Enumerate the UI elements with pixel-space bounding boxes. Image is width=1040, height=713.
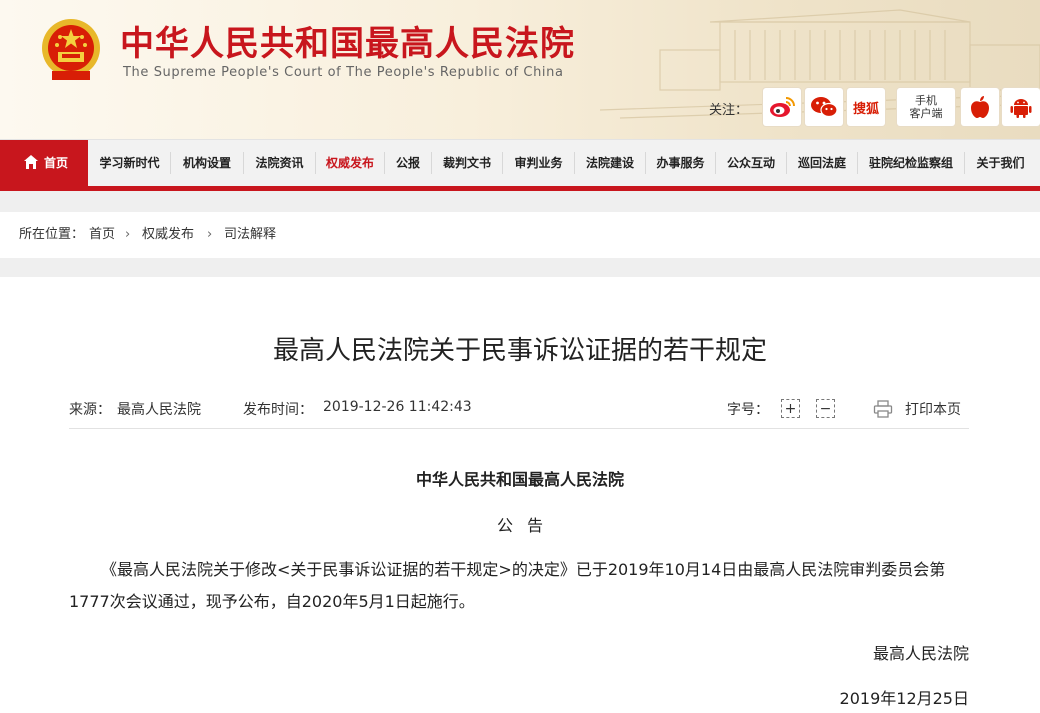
mobile-client-link[interactable]: 手机 客户端 (897, 88, 955, 126)
nav-item-organization[interactable]: 机构设置 (171, 140, 243, 186)
nav-item-study[interactable]: 学习新时代 (89, 140, 170, 186)
source-value: 最高人民法院 (117, 402, 201, 418)
nav-item-about[interactable]: 关于我们 (965, 140, 1036, 186)
article-paragraph: 《最高人民法院关于修改<关于民事诉讼证据的若干规定>的决定》已于2019年10月… (69, 560, 946, 611)
mobile-label-line2: 客户端 (909, 107, 943, 120)
chevron-right-icon: › (125, 227, 131, 242)
main-nav: 首页 学习新时代 机构设置 法院资讯 权威发布 公报 裁判文书 审判业务 法院建… (0, 139, 1040, 186)
follow-label: 关注： (709, 103, 749, 118)
print-page-link[interactable]: 打印本页 (905, 399, 961, 419)
nav-item-judgments[interactable]: 裁判文书 (432, 140, 502, 186)
font-decrease-button[interactable]: − (816, 399, 835, 418)
nav-item-trials[interactable]: 审判业务 (503, 140, 574, 186)
nav-item-discipline[interactable]: 驻院纪检监察组 (858, 140, 964, 186)
nav-item-circuit-courts[interactable]: 巡回法庭 (787, 140, 857, 186)
nav-home[interactable]: 首页 (0, 140, 88, 186)
source-label: 来源： (69, 402, 111, 418)
sohu-link[interactable]: 搜狐 (847, 88, 885, 126)
site-subtitle: The Supreme People's Court of The People… (123, 65, 564, 80)
site-title: 中华人民共和国最高人民法院 (120, 24, 575, 64)
nav-item-authority[interactable]: 权威发布 (316, 140, 384, 186)
home-icon (24, 155, 38, 169)
chevron-right-icon: › (207, 227, 213, 242)
breadcrumb-authority[interactable]: 权威发布 (142, 212, 194, 258)
nav-item-gazette[interactable]: 公报 (385, 140, 431, 186)
apple-icon[interactable] (961, 88, 999, 126)
breadcrumb-prefix: 所在位置： (19, 227, 85, 242)
wechat-icon[interactable] (805, 88, 843, 126)
article-date: 2019年12月25日 (839, 689, 969, 708)
publish-time: 2019-12-26 11:42:43 (323, 399, 472, 415)
site-header: 中华人民共和国最高人民法院 The Supreme People's Court… (0, 0, 1040, 139)
nav-item-services[interactable]: 办事服务 (646, 140, 715, 186)
nav-item-news[interactable]: 法院资讯 (244, 140, 315, 186)
article-notice-heading: 公告 (496, 516, 557, 535)
font-size-label: 字号： (727, 402, 769, 418)
nav-item-interaction[interactable]: 公众互动 (716, 140, 786, 186)
breadcrumb-judicial-interpretation[interactable]: 司法解释 (224, 212, 276, 258)
font-increase-button[interactable]: + (781, 399, 800, 418)
mobile-label-line1: 手机 (915, 94, 937, 107)
breadcrumb-home[interactable]: 首页 (89, 212, 115, 258)
article-divider (69, 428, 969, 429)
time-label: 发布时间： (243, 402, 313, 418)
article-org-heading: 中华人民共和国最高人民法院 (415, 470, 624, 489)
nav-item-court-building[interactable]: 法院建设 (575, 140, 645, 186)
breadcrumb: 所在位置： 首页 › 权威发布 › 司法解释 (0, 212, 1040, 258)
article-title: 最高人民法院关于民事诉讼证据的若干规定 (272, 336, 767, 366)
nav-home-label: 首页 (44, 156, 69, 170)
printer-icon[interactable] (873, 400, 893, 418)
android-icon[interactable] (1002, 88, 1040, 126)
national-emblem-logo (42, 19, 100, 80)
article-signature: 最高人民法院 (872, 644, 969, 663)
weibo-icon[interactable] (763, 88, 801, 126)
